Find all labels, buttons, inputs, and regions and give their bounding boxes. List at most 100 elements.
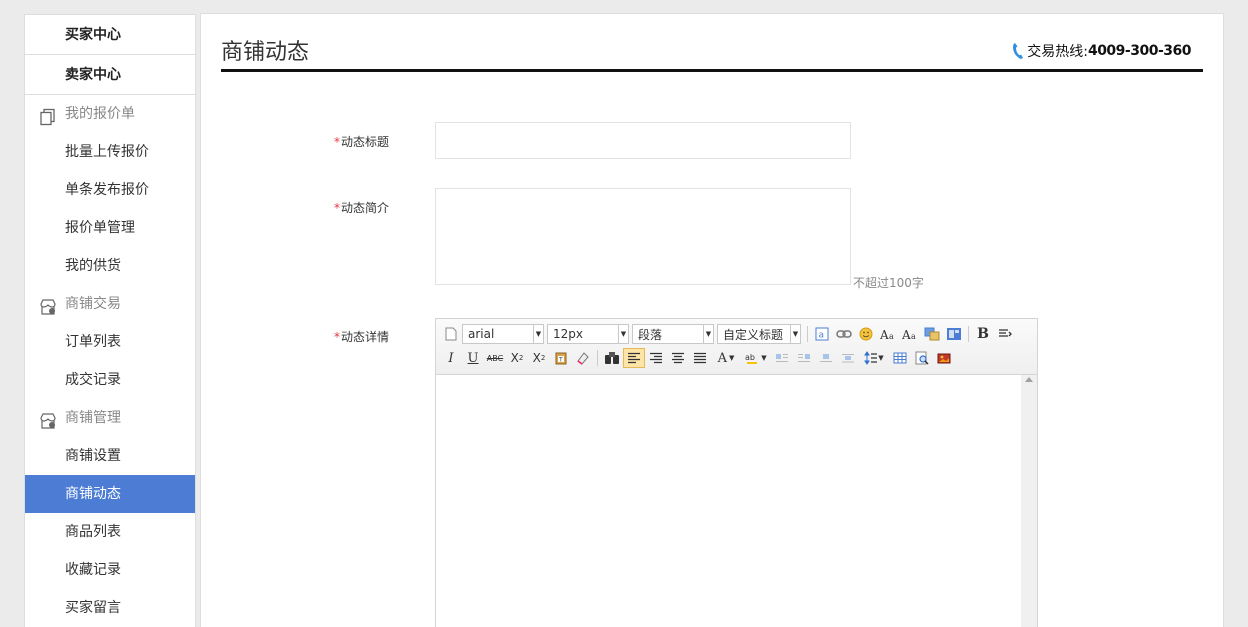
sidebar-group-label: 我的报价单 xyxy=(65,106,135,122)
sidebar-item-shop-settings[interactable]: 商铺设置 xyxy=(25,437,195,475)
sidebar-item-favorites[interactable]: 收藏记录 xyxy=(25,551,195,589)
float-left-icon[interactable] xyxy=(771,348,793,368)
page-header: 商铺动态 交易热线: 4009-300-360 xyxy=(221,14,1203,72)
font-grow-icon[interactable]: Aa xyxy=(877,324,899,344)
editor-toolbar: arial ▼ 12px ▼ 段落 ▼ 自定义标题 ▼ a Aa Aa B I U AB… xyxy=(436,319,1037,375)
sidebar: 买家中心 卖家中心 我的报价单 批量上传报价 单条发布报价 报价单管理 我的供货… xyxy=(24,14,196,627)
svg-text:T: T xyxy=(558,357,563,364)
sidebar-item-order-list[interactable]: 订单列表 xyxy=(25,323,195,361)
sidebar-item-shop-news[interactable]: 商铺动态 xyxy=(25,475,195,513)
sidebar-group-shop-trade: 商铺交易 xyxy=(25,285,195,323)
align-right-icon[interactable] xyxy=(645,348,667,368)
sidebar-group-label: 商铺交易 xyxy=(65,296,121,312)
intro-label: *动态简介 xyxy=(334,199,389,216)
sidebar-buyer-center[interactable]: 买家中心 xyxy=(25,15,195,55)
hotline: 交易热线: 4009-300-360 xyxy=(1012,41,1192,61)
preview-icon[interactable] xyxy=(911,348,933,368)
toolbar-separator xyxy=(968,326,969,342)
phone-icon xyxy=(1013,43,1024,59)
emotion-icon[interactable] xyxy=(855,324,877,344)
paste-text-icon[interactable]: T xyxy=(550,348,572,368)
link-icon[interactable] xyxy=(833,324,855,344)
scroll-up-icon[interactable] xyxy=(1025,377,1033,382)
text-format-icon[interactable] xyxy=(994,324,1016,344)
align-center-icon[interactable] xyxy=(667,348,689,368)
quote-doc-icon xyxy=(39,103,57,126)
toolbar-separator xyxy=(597,350,598,366)
sidebar-seller-center[interactable]: 卖家中心 xyxy=(25,55,195,95)
font-shrink-icon[interactable]: Aa xyxy=(899,324,921,344)
title-input[interactable] xyxy=(435,122,851,159)
title-label-text: 动态标题 xyxy=(341,135,390,149)
sidebar-item-quote-manage[interactable]: 报价单管理 xyxy=(25,209,195,247)
sidebar-item-buyer-messages[interactable]: 买家留言 xyxy=(25,589,195,627)
svg-text:a: a xyxy=(889,332,894,341)
align-justify-icon[interactable] xyxy=(689,348,711,368)
dropdown-arrow-icon: ▼ xyxy=(533,325,543,343)
title-label: *动态标题 xyxy=(334,133,389,150)
search-replace-icon[interactable] xyxy=(601,348,623,368)
main-panel: 商铺动态 交易热线: 4009-300-360 *动态标题 *动态简介 不超过10… xyxy=(200,13,1224,627)
dropdown-arrow-icon: ▼ xyxy=(703,325,713,343)
anchor-icon[interactable]: a xyxy=(811,324,833,344)
strikethrough-icon[interactable]: ABC xyxy=(484,348,506,368)
bold-icon[interactable]: B xyxy=(972,324,994,344)
image-text-icon[interactable] xyxy=(921,324,943,344)
detail-label: *动态详情 xyxy=(334,328,389,345)
new-doc-icon[interactable] xyxy=(440,324,462,344)
custom-heading-value: 自定义标题 xyxy=(723,327,784,342)
superscript-icon[interactable]: X2 xyxy=(528,348,550,368)
detail-label-text: 动态详情 xyxy=(341,330,390,344)
sidebar-item-batch-upload[interactable]: 批量上传报价 xyxy=(25,133,195,171)
font-color-icon[interactable]: A ▼ xyxy=(711,348,741,368)
sidebar-group-quotes: 我的报价单 xyxy=(25,95,195,133)
hotline-label: 交易热线: xyxy=(1027,44,1088,60)
paragraph-select[interactable]: 段落 ▼ xyxy=(632,324,714,344)
float-center-icon[interactable] xyxy=(837,348,859,368)
required-mark: * xyxy=(334,135,340,149)
intro-textarea[interactable] xyxy=(435,188,851,285)
insert-image-icon[interactable] xyxy=(933,348,955,368)
page-title: 商铺动态 xyxy=(221,40,310,65)
dropdown-arrow-icon: ▼ xyxy=(618,325,628,343)
line-height-icon[interactable]: ▼ xyxy=(859,348,889,368)
shop-icon xyxy=(39,407,57,429)
layout-icon[interactable] xyxy=(943,324,965,344)
hotline-number: 4009-300-360 xyxy=(1087,43,1192,59)
italic-icon[interactable]: I xyxy=(440,348,462,368)
rich-text-editor: arial ▼ 12px ▼ 段落 ▼ 自定义标题 ▼ a Aa Aa B I U AB… xyxy=(435,318,1038,627)
sidebar-group-shop-manage: 商铺管理 xyxy=(25,399,195,437)
underline-icon[interactable]: U xyxy=(462,348,484,368)
align-left-icon[interactable] xyxy=(623,348,645,368)
sidebar-item-single-quote[interactable]: 单条发布报价 xyxy=(25,171,195,209)
intro-hint: 不超过100字 xyxy=(853,276,924,290)
custom-heading-select[interactable]: 自定义标题 ▼ xyxy=(717,324,801,344)
font-size-select[interactable]: 12px ▼ xyxy=(547,324,629,344)
required-mark: * xyxy=(334,330,340,344)
sidebar-item-my-supply[interactable]: 我的供货 xyxy=(25,247,195,285)
paragraph-value: 段落 xyxy=(638,327,663,342)
editor-content-area[interactable] xyxy=(436,375,1021,627)
svg-text:ab: ab xyxy=(745,353,755,362)
float-right-icon[interactable] xyxy=(793,348,815,368)
font-family-select[interactable]: arial ▼ xyxy=(462,324,544,344)
svg-text:a: a xyxy=(911,332,916,341)
svg-text:A: A xyxy=(880,328,889,341)
sidebar-group-label: 商铺管理 xyxy=(65,410,121,426)
editor-scrollbar[interactable] xyxy=(1021,375,1037,627)
sidebar-item-deal-record[interactable]: 成交记录 xyxy=(25,361,195,399)
svg-text:A: A xyxy=(902,328,911,341)
svg-text:a: a xyxy=(819,331,825,341)
sidebar-item-product-list[interactable]: 商品列表 xyxy=(25,513,195,551)
font-size-value: 12px xyxy=(553,327,583,341)
eraser-icon[interactable] xyxy=(572,348,594,368)
toolbar-separator xyxy=(807,326,808,342)
background-color-icon[interactable]: ab ▼ xyxy=(741,348,771,368)
table-icon[interactable] xyxy=(889,348,911,368)
intro-label-text: 动态简介 xyxy=(341,201,390,215)
required-mark: * xyxy=(334,201,340,215)
shop-icon xyxy=(39,293,57,315)
subscript-icon[interactable]: X2 xyxy=(506,348,528,368)
font-family-value: arial xyxy=(468,327,495,341)
float-none-icon[interactable] xyxy=(815,348,837,368)
